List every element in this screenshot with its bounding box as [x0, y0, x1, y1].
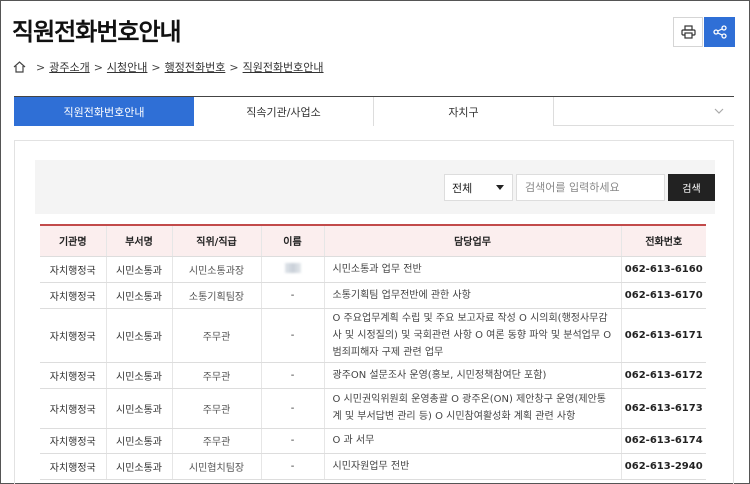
- printer-icon: [680, 25, 696, 39]
- caret-down-icon: [496, 185, 504, 190]
- cell-duty: 시민소통과 업무 전반: [323, 256, 621, 283]
- cell-position: 주무관: [171, 308, 261, 363]
- cell-duty: 시민자원업무 전반: [323, 453, 621, 480]
- cell-position: 소통기획팀장: [171, 282, 261, 309]
- cell-duty: O 과 서무: [323, 428, 621, 454]
- cell-position: 시민협치팀장: [171, 453, 261, 480]
- cell-org: 자치행정국: [40, 388, 106, 429]
- breadcrumb-separator: >: [229, 60, 239, 74]
- cell-dept: 시민소통과: [105, 362, 172, 389]
- breadcrumb-item-gwangju-intro[interactable]: 광주소개: [49, 59, 89, 75]
- tab-staff-phone[interactable]: 직원전화번호안내: [14, 97, 194, 126]
- breadcrumb-item-admin-phone[interactable]: 행정전화번호: [165, 59, 226, 75]
- cell-org: 자치행정국: [40, 308, 106, 363]
- table-row: 자치행정국 시민소통과 소통기획팀장 - 소통기획팀 업무전반에 관한 사항 0…: [40, 282, 706, 309]
- header-phone: 전화번호: [620, 224, 706, 257]
- table-row: 자치행정국 시민소통과 시민소통과장 시민소통과 업무 전반 062-613-6…: [40, 256, 706, 283]
- cell-name: -: [260, 362, 324, 389]
- table-row: 자치행정국 시민소통과 시민협치팀장 - 시민자원업무 전반 062-613-2…: [40, 453, 706, 480]
- print-button[interactable]: [673, 17, 703, 47]
- search-category-select[interactable]: 전체: [444, 174, 513, 201]
- header-duty: 담당업무: [323, 224, 621, 257]
- cell-dept: 시민소통과: [105, 453, 172, 480]
- search-button[interactable]: 검색: [668, 174, 715, 201]
- cell-dept: 시민소통과: [105, 428, 172, 454]
- search-panel: 전체 검색: [35, 160, 715, 214]
- breadcrumb-separator: >: [93, 60, 103, 74]
- cell-phone: 062-613-6172: [620, 362, 706, 389]
- tab-districts[interactable]: 자치구: [374, 97, 554, 126]
- cell-phone: 062-613-6173: [620, 388, 706, 429]
- cell-phone: 062-613-6170: [620, 282, 706, 309]
- table-row: 자치행정국 시민소통과 주무관 - O 과 서무 062-613-6174: [40, 428, 706, 454]
- cell-name: -: [260, 388, 324, 429]
- breadcrumb: > 광주소개 > 시청안내 > 행정전화번호 > 직원전화번호안내: [13, 59, 324, 75]
- cell-position: 주무관: [171, 362, 261, 389]
- table-row: 자치행정국 시민소통과 주무관 - 광주ON 설문조사 운영(홍보, 시민정책참…: [40, 362, 706, 389]
- cell-org: 자치행정국: [40, 256, 106, 283]
- cell-duty: O 주요업무계획 수립 및 주요 보고자료 작성 O 시의회(행정사무감사 및 …: [323, 308, 621, 363]
- cell-dept: 시민소통과: [105, 308, 172, 363]
- cell-org: 자치행정국: [40, 282, 106, 309]
- blurred-name: [284, 262, 301, 273]
- cell-dept: 시민소통과: [105, 282, 172, 309]
- header-dept: 부서명: [105, 224, 172, 257]
- cell-duty: O 시민권익위원회 운영총괄 O 광주온(ON) 제안창구 운영(제안통계 및 …: [323, 388, 621, 429]
- cell-duty: 광주ON 설문조사 운영(홍보, 시민정책참여단 포함): [323, 362, 621, 389]
- breadcrumb-separator: >: [36, 60, 46, 74]
- header-name: 이름: [260, 224, 324, 257]
- table-header-row: 기관명 부서명 직위/직급 이름 담당업무 전화번호: [40, 224, 706, 257]
- table-row: 자치행정국 시민소통과 주무관 - O 시민권익위원회 운영총괄 O 광주온(O…: [40, 388, 706, 429]
- share-icon: [712, 25, 727, 39]
- cell-position: 주무관: [171, 388, 261, 429]
- breadcrumb-separator: >: [151, 60, 161, 74]
- cell-org: 자치행정국: [40, 362, 106, 389]
- breadcrumb-item-staff-phone[interactable]: 직원전화번호안내: [243, 59, 324, 75]
- share-button[interactable]: [704, 17, 735, 47]
- search-category-value: 전체: [452, 181, 473, 195]
- cell-org: 자치행정국: [40, 453, 106, 480]
- home-icon[interactable]: [13, 61, 26, 73]
- cell-phone: 062-613-6174: [620, 428, 706, 454]
- cell-dept: 시민소통과: [105, 256, 172, 283]
- tab-more-button[interactable]: [554, 97, 734, 125]
- cell-name: -: [260, 428, 324, 454]
- cell-phone: 062-613-2940: [620, 453, 706, 480]
- cell-position: 시민소통과장: [171, 256, 261, 283]
- cell-name: -: [260, 282, 324, 309]
- header-position: 직위/직급: [171, 224, 261, 257]
- cell-name: [260, 256, 324, 283]
- staff-phone-table: 기관명 부서명 직위/직급 이름 담당업무 전화번호 자치행정국 시민소통과 시…: [40, 224, 706, 480]
- cell-org: 자치행정국: [40, 428, 106, 454]
- cell-dept: 시민소통과: [105, 388, 172, 429]
- chevron-down-icon: [714, 108, 724, 114]
- cell-duty: 소통기획팀 업무전반에 관한 사항: [323, 282, 621, 309]
- cell-name: -: [260, 308, 324, 363]
- cell-phone: 062-613-6171: [620, 308, 706, 363]
- header-org: 기관명: [40, 224, 106, 257]
- breadcrumb-item-city-hall-guide[interactable]: 시청안내: [107, 59, 147, 75]
- tab-bar: 직원전화번호안내 직속기관/사업소 자치구: [14, 96, 734, 126]
- cell-phone: 062-613-6160: [620, 256, 706, 283]
- table-row: 자치행정국 시민소통과 주무관 - O 주요업무계획 수립 및 주요 보고자료 …: [40, 308, 706, 363]
- search-input[interactable]: [516, 174, 665, 201]
- cell-position: 주무관: [171, 428, 261, 454]
- tab-affiliated-agencies[interactable]: 직속기관/사업소: [194, 97, 374, 126]
- cell-name: -: [260, 453, 324, 480]
- page-title: 직원전화번호안내: [12, 18, 182, 46]
